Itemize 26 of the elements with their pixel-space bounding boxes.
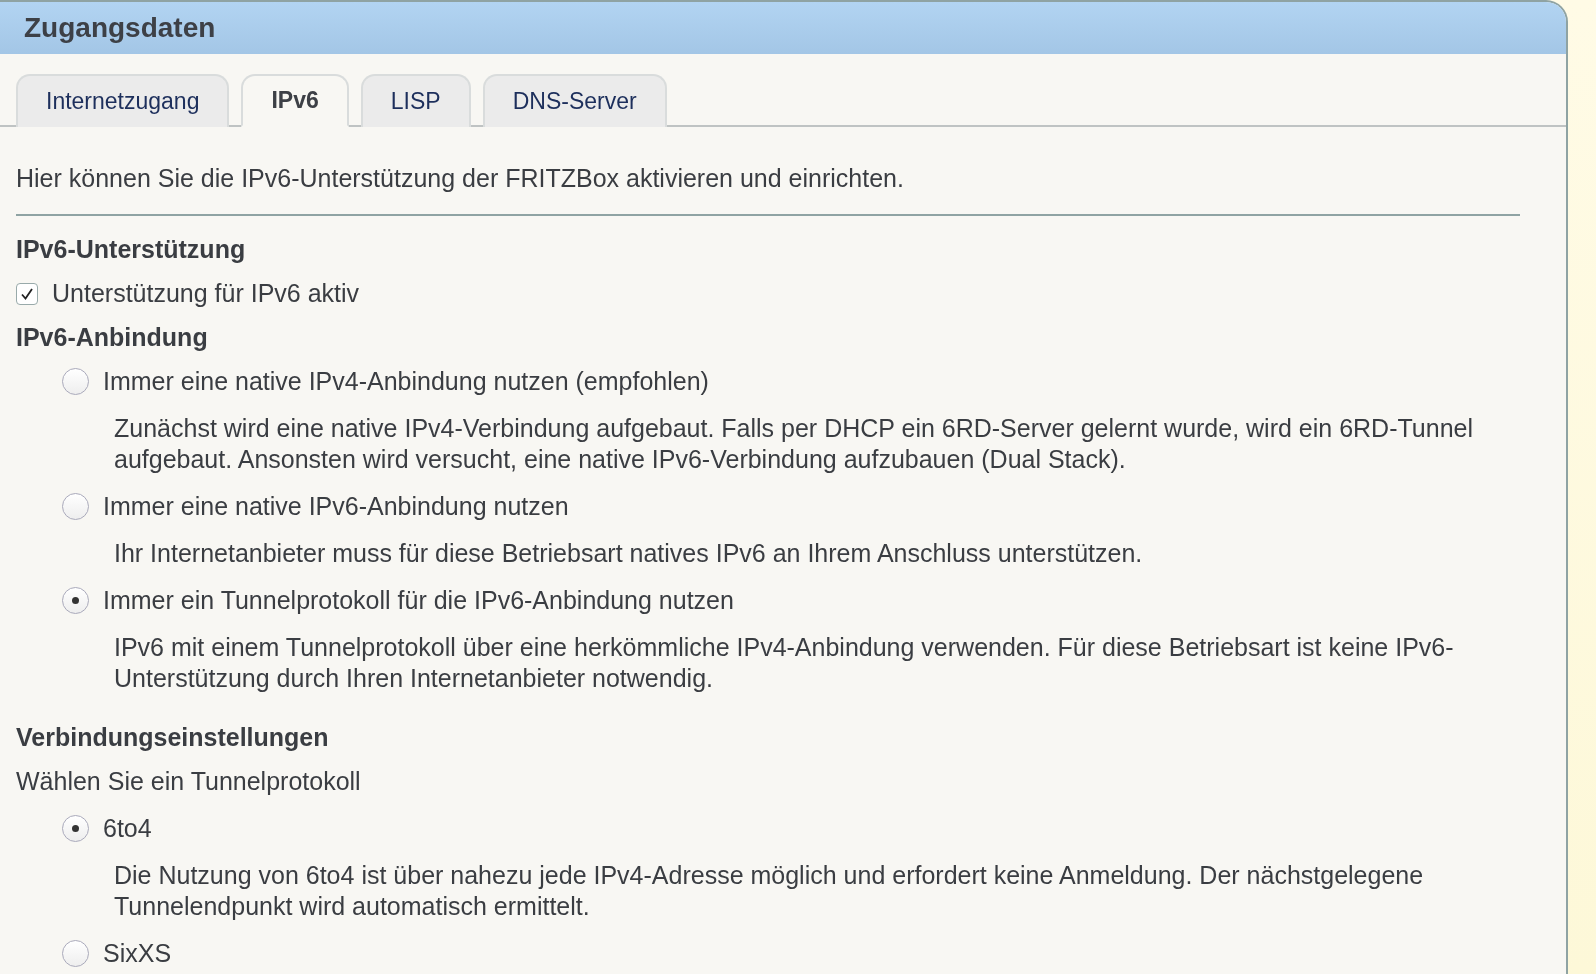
radio-button[interactable] xyxy=(62,940,89,967)
radio-label: SixXS xyxy=(103,938,172,969)
instruction-text: Wählen Sie ein Tunnelprotokoll xyxy=(16,766,362,797)
radio-label: Immer eine native IPv6-Anbindung nutzen xyxy=(103,491,569,522)
radio-label: Immer ein Tunnelprotokoll für die IPv6-Anbindung nutzen xyxy=(103,585,734,616)
section-heading: Verbindungseinstellungen xyxy=(16,722,330,753)
radio-label: Immer eine native IPv4-Anbindung nutzen (empfohlen) xyxy=(103,366,709,397)
tab[interactable]: DNS-Server xyxy=(482,74,667,127)
radio-label: 6to4 xyxy=(103,813,152,844)
tab[interactable]: LISP xyxy=(360,74,471,127)
section-heading: IPv6-Anbindung xyxy=(16,322,209,353)
radio-button[interactable] xyxy=(62,815,89,842)
checkbox-label: Unterstützung für IPv6 aktiv xyxy=(52,278,360,309)
tab[interactable]: Internetzugang xyxy=(16,74,230,127)
checkbox[interactable] xyxy=(16,282,38,305)
tab[interactable]: IPv6 xyxy=(241,74,349,127)
radio-button[interactable] xyxy=(62,493,89,520)
option-description: Die Nutzung von 6to4 ist über nahezu jede IPv4-Adresse möglich und erfordert keine Anmeldung. Der nächstgelegene Tunnelendpunkt wird automatisch ermittelt. xyxy=(114,860,1425,922)
option-description: Ihr Internetanbieter muss für diese Betriebsart natives IPv6 an Ihrem Anschluss unterstützen. xyxy=(114,538,1144,569)
intro-text: Hier können Sie die IPv6-Unterstützung der FRITZBox aktivieren und einrichten. xyxy=(16,163,905,194)
section-heading: IPv6-Unterstützung xyxy=(16,234,247,265)
radio-button[interactable] xyxy=(62,587,89,614)
radio-button[interactable] xyxy=(62,368,89,395)
option-description: Zunächst wird eine native IPv4-Verbindung aufgebaut. Falls per DHCP ein 6RD-Server gelernt wurde, wird ein 6RD-Tunnel aufgebaut. Ansonsten wird versucht, eine native IPv6-Verbindung aufzubauen (Dual Stack). xyxy=(114,413,1474,475)
panel-title: Zugangsdaten xyxy=(24,12,216,44)
option-description: IPv6 mit einem Tunnelprotokoll über eine herkömmliche IPv4-Anbindung verwenden. Für diese Betriebsart ist keine IPv6-Unterstützung durch Ihren Internetanbieter notwendig. xyxy=(114,632,1455,694)
